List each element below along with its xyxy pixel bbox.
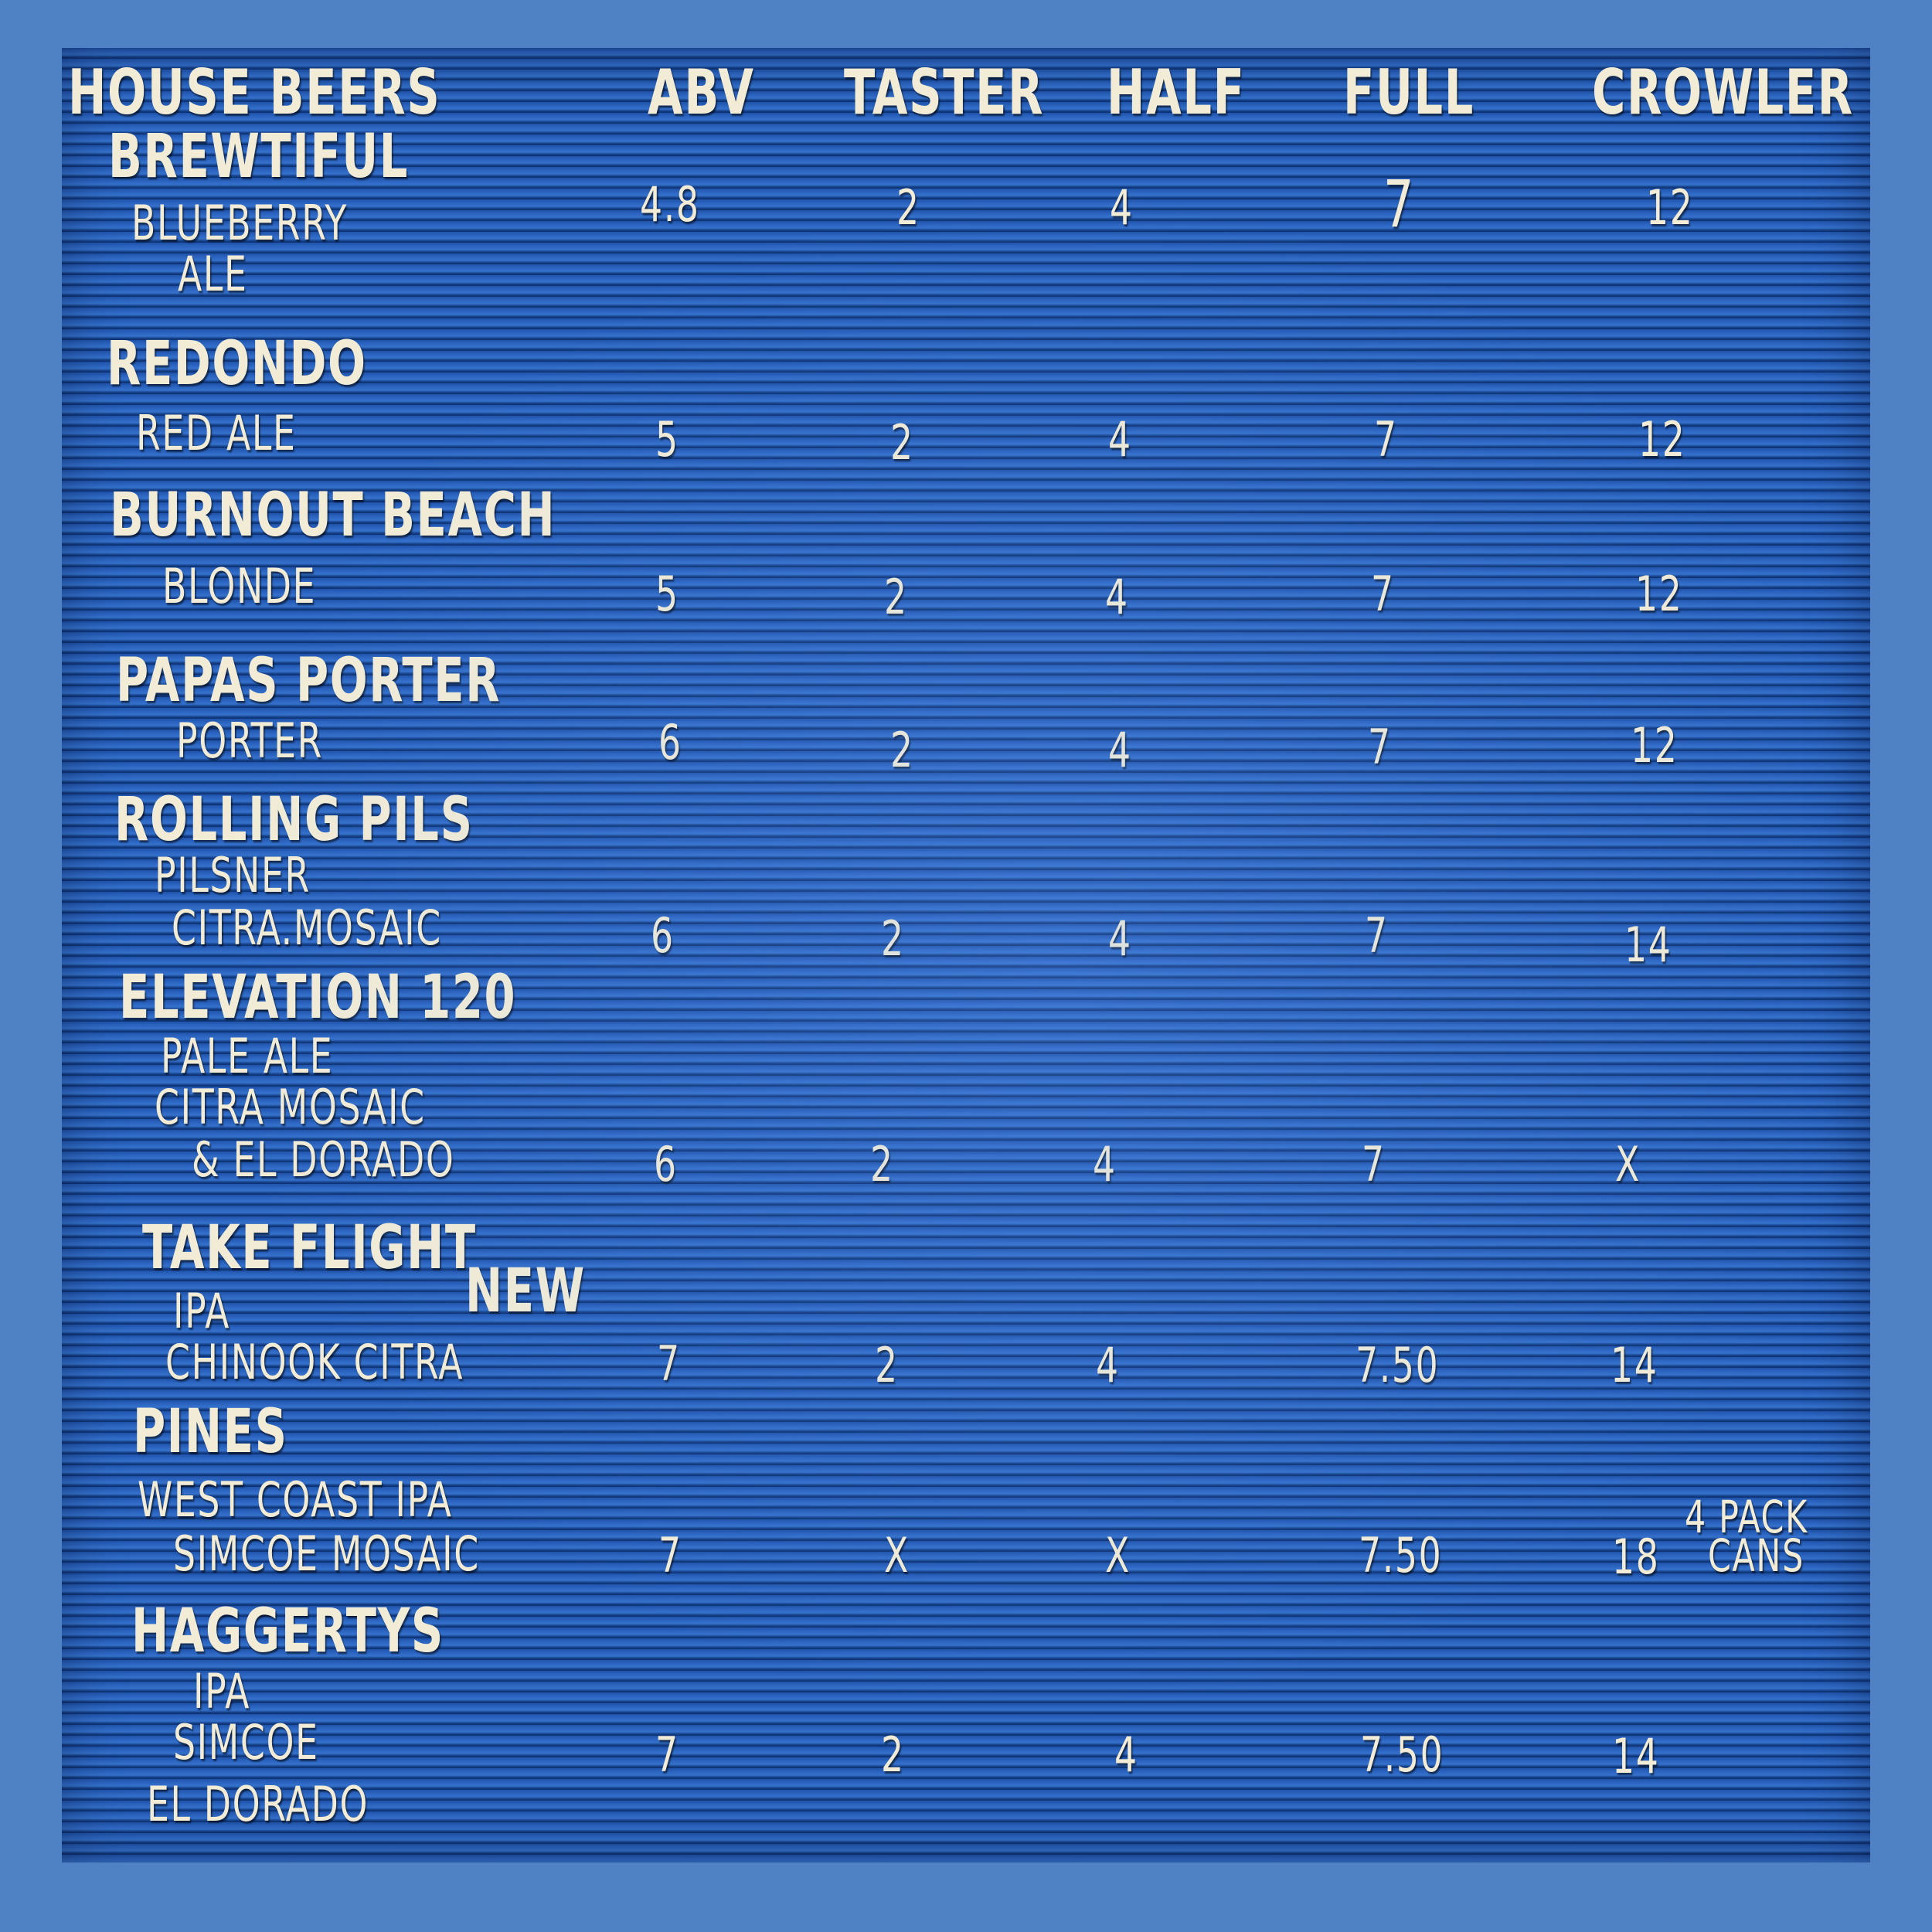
abv-value: 5 xyxy=(655,411,679,468)
crowler-price: 12 xyxy=(1631,717,1679,774)
full-price: 7 xyxy=(1362,1136,1386,1192)
beer-hops: EL DORADO xyxy=(147,1776,369,1832)
abv-value: 6 xyxy=(651,907,675,964)
beer-style: PORTER xyxy=(176,713,324,769)
beer-style: IPA xyxy=(193,1663,251,1719)
crowler-price: 18 xyxy=(1612,1529,1660,1585)
taster-price: 2 xyxy=(896,179,920,236)
header-half: HALF xyxy=(1107,56,1246,128)
crowler-price: X xyxy=(1615,1136,1641,1192)
beer-name: ELEVATION 120 xyxy=(119,963,517,1032)
beer-name: HAGGERTYS xyxy=(131,1597,445,1666)
beer-style: RED ALE xyxy=(136,405,297,461)
abv-value: 7 xyxy=(657,1335,681,1392)
full-price: 7.50 xyxy=(1360,1726,1444,1783)
beer-hops: & EL DORADO xyxy=(192,1131,455,1188)
abv-value: 7 xyxy=(658,1527,682,1583)
beer-name: BREWTIFUL xyxy=(108,122,410,192)
taster-price: 2 xyxy=(890,722,914,778)
half-price: 4 xyxy=(1114,1726,1138,1783)
crowler-price: 14 xyxy=(1624,917,1672,973)
crowler-price: 12 xyxy=(1646,179,1694,236)
abv-value: 4.8 xyxy=(640,176,700,233)
taster-price: 2 xyxy=(881,910,905,967)
header-crowler: CROWLER xyxy=(1592,56,1854,128)
beer-style: BLUEBERRY xyxy=(131,195,348,251)
four-pack-note: CANS xyxy=(1708,1529,1804,1582)
half-price: 4 xyxy=(1110,179,1134,236)
beer-style: IPA xyxy=(173,1283,231,1339)
half-price: 4 xyxy=(1108,722,1132,778)
taster-price: X xyxy=(884,1527,910,1583)
crowler-price: 12 xyxy=(1638,411,1686,468)
beer-hops: CITRA.MOSAIC xyxy=(172,900,442,956)
half-price: 4 xyxy=(1093,1136,1117,1192)
beer-name: TAKE FLIGHT xyxy=(142,1213,477,1283)
photo-frame: HOUSE BEERS ABV TASTER HALF FULL CROWLER… xyxy=(0,0,1932,1932)
letter-board: HOUSE BEERS ABV TASTER HALF FULL CROWLER… xyxy=(62,48,1870,1862)
beer-name: PINES xyxy=(133,1397,288,1467)
beer-hops: CHINOOK CITRA xyxy=(165,1334,464,1390)
crowler-price: 12 xyxy=(1635,566,1683,622)
beer-name: BURNOUT BEACH xyxy=(110,481,556,550)
taster-price: 2 xyxy=(881,1726,905,1783)
header-house-beers: HOUSE BEERS xyxy=(68,56,441,128)
abv-value: 6 xyxy=(658,714,682,770)
taster-price: 2 xyxy=(875,1337,899,1393)
full-price: 7.50 xyxy=(1355,1337,1440,1393)
beer-style: BLONDE xyxy=(162,558,317,614)
header-abv: ABV xyxy=(648,56,755,128)
half-price: 4 xyxy=(1096,1337,1120,1393)
beer-name: PAPAS PORTER xyxy=(116,646,502,716)
full-price: 7 xyxy=(1368,719,1392,775)
crowler-price: 14 xyxy=(1612,1728,1660,1784)
taster-price: 2 xyxy=(870,1136,894,1192)
beer-style: PILSNER xyxy=(155,847,311,903)
beer-hops: SIMCOE xyxy=(173,1714,319,1770)
beer-style: PALE ALE xyxy=(161,1028,334,1084)
full-price: 7 xyxy=(1374,411,1398,468)
half-price: 4 xyxy=(1105,569,1129,625)
beer-hops: SIMCOE MOSAIC xyxy=(173,1526,480,1582)
beer-name: REDONDO xyxy=(107,329,367,399)
beer-style: ALE xyxy=(178,246,248,302)
abv-value: 5 xyxy=(655,566,679,622)
full-price: 7 xyxy=(1365,907,1389,964)
taster-price: 2 xyxy=(890,414,914,471)
half-price: X xyxy=(1105,1527,1131,1583)
full-price: 7 xyxy=(1371,566,1395,622)
crowler-price: 14 xyxy=(1611,1337,1658,1393)
new-label: NEW xyxy=(465,1257,586,1326)
beer-hops: CITRA MOSAIC xyxy=(155,1079,426,1135)
full-price: 7 xyxy=(1383,166,1416,242)
half-price: 4 xyxy=(1108,411,1132,468)
half-price: 4 xyxy=(1108,910,1132,967)
full-price: 7.50 xyxy=(1359,1527,1443,1583)
abv-value: 6 xyxy=(654,1136,678,1192)
beer-name: ROLLING PILS xyxy=(114,785,474,855)
abv-value: 7 xyxy=(655,1726,679,1783)
taster-price: 2 xyxy=(884,569,908,625)
header-taster: TASTER xyxy=(844,56,1045,128)
beer-style: WEST COAST IPA xyxy=(138,1471,453,1528)
header-full: FULL xyxy=(1343,56,1475,128)
